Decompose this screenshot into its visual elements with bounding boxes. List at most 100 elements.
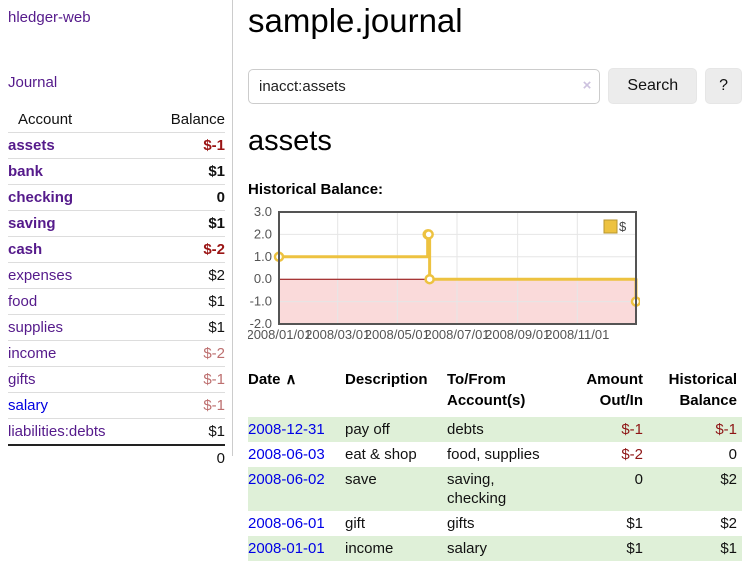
svg-text:1.0: 1.0 — [254, 249, 272, 264]
account-balance: $-2 — [147, 237, 225, 263]
account-balance: $1 — [147, 211, 225, 237]
transaction-accounts: saving, checking — [447, 467, 567, 511]
accounts-total-row: 0 — [8, 445, 225, 474]
svg-text:2008/01/01: 2008/01/01 — [248, 327, 312, 342]
account-link-supplies[interactable]: supplies — [8, 319, 63, 336]
register-row: 2008-06-03 eat & shop food, supplies $-2… — [248, 442, 742, 467]
account-row: supplies $1 — [8, 315, 225, 341]
svg-text:-1.0: -1.0 — [250, 294, 272, 309]
svg-text:0.0: 0.0 — [254, 271, 272, 286]
register-header-balance: Historical Balance — [647, 365, 742, 417]
account-link-expenses[interactable]: expenses — [8, 267, 72, 284]
svg-text:2008/03/01: 2008/03/01 — [305, 327, 370, 342]
account-row: bank $1 — [8, 159, 225, 185]
accounts-table: Account Balance assets $-1 bank $1 check… — [8, 109, 225, 474]
register-table: Date∧ Description To/From Account(s) Amo… — [248, 365, 742, 561]
main-content: sample.journal × Search ? assets Histori… — [248, 0, 742, 561]
accounts-total: 0 — [147, 445, 225, 474]
accounts-header-account: Account — [8, 109, 147, 133]
account-balance: $-1 — [147, 133, 225, 159]
account-link-food[interactable]: food — [8, 293, 37, 310]
sidebar-item-journal[interactable]: Journal — [8, 74, 57, 91]
help-button[interactable]: ? — [705, 68, 742, 104]
account-row: checking 0 — [8, 185, 225, 211]
brand-link[interactable]: hledger-web — [8, 9, 91, 26]
account-link-saving[interactable]: saving — [8, 215, 56, 232]
search-input[interactable] — [248, 69, 600, 104]
svg-text:2008/11/01: 2008/11/01 — [545, 327, 609, 342]
search-button[interactable]: Search — [608, 68, 697, 104]
transaction-date-link[interactable]: 2008-01-01 — [248, 540, 325, 557]
account-link-gifts[interactable]: gifts — [8, 371, 36, 388]
account-balance: $2 — [147, 263, 225, 289]
accounts-header-balance: Balance — [147, 109, 225, 133]
account-row: assets $-1 — [8, 133, 225, 159]
account-link-assets[interactable]: assets — [8, 137, 55, 154]
transaction-date-link[interactable]: 2008-06-03 — [248, 446, 325, 463]
register-row: 2008-06-01 gift gifts $1 $2 — [248, 511, 742, 536]
register-header-amount: Amount Out/In — [567, 365, 647, 417]
transaction-balance: 0 — [647, 442, 742, 467]
register-row: 2008-01-01 income salary $1 $1 — [248, 536, 742, 561]
account-balance: $-1 — [147, 393, 225, 419]
register-row: 2008-06-02 save saving, checking 0 $2 — [248, 467, 742, 511]
transaction-amount: $1 — [567, 536, 647, 561]
historical-balance-chart: $3.02.01.00.0-1.0-2.02008/01/012008/03/0… — [248, 206, 640, 351]
svg-text:3.0: 3.0 — [254, 206, 272, 219]
transaction-amount: 0 — [567, 467, 647, 511]
register-header-date[interactable]: Date∧ — [248, 365, 345, 417]
transaction-date-link[interactable]: 2008-12-31 — [248, 421, 325, 438]
register-header-description: Description — [345, 365, 447, 417]
transaction-amount: $-2 — [567, 442, 647, 467]
transaction-balance: $1 — [647, 536, 742, 561]
account-link-bank[interactable]: bank — [8, 163, 43, 180]
transaction-accounts: salary — [447, 536, 567, 561]
transaction-date-link[interactable]: 2008-06-02 — [248, 471, 325, 488]
transaction-description: save — [345, 467, 447, 511]
sidebar: hledger-web Journal Account Balance asse… — [0, 0, 233, 456]
clear-search-icon[interactable]: × — [583, 77, 592, 94]
account-link-income[interactable]: income — [8, 345, 56, 362]
account-row: saving $1 — [8, 211, 225, 237]
svg-text:2.0: 2.0 — [254, 226, 272, 241]
account-balance: $1 — [147, 289, 225, 315]
transaction-balance: $-1 — [647, 417, 742, 442]
account-balance: $1 — [147, 159, 225, 185]
account-balance: $-1 — [147, 367, 225, 393]
account-balance: 0 — [147, 185, 225, 211]
account-balance: $-2 — [147, 341, 225, 367]
account-row: expenses $2 — [8, 263, 225, 289]
transaction-description: income — [345, 536, 447, 561]
chart-title: Historical Balance: — [248, 181, 742, 198]
transaction-date-link[interactable]: 2008-06-01 — [248, 515, 325, 532]
transaction-balance: $2 — [647, 467, 742, 511]
svg-text:$: $ — [619, 219, 627, 234]
transaction-amount: $-1 — [567, 417, 647, 442]
page-title: sample.journal — [248, 2, 742, 40]
transaction-description: eat & shop — [345, 442, 447, 467]
account-balance: $1 — [147, 315, 225, 341]
account-row: income $-2 — [8, 341, 225, 367]
account-link-cash[interactable]: cash — [8, 241, 42, 258]
sort-ascending-icon: ∧ — [286, 371, 297, 388]
transaction-description: pay off — [345, 417, 447, 442]
register-header-tofrom: To/From Account(s) — [447, 365, 567, 417]
account-row: liabilities:debts $1 — [8, 419, 225, 446]
account-balance: $1 — [147, 419, 225, 446]
transaction-accounts: gifts — [447, 511, 567, 536]
account-row: cash $-2 — [8, 237, 225, 263]
transaction-accounts: food, supplies — [447, 442, 567, 467]
transaction-description: gift — [345, 511, 447, 536]
transaction-balance: $2 — [647, 511, 742, 536]
account-link-salary[interactable]: salary — [8, 397, 48, 414]
svg-text:2008/09/01: 2008/09/01 — [485, 327, 550, 342]
account-link-checking[interactable]: checking — [8, 189, 73, 206]
register-row: 2008-12-31 pay off debts $-1 $-1 — [248, 417, 742, 442]
search-bar: × Search ? — [248, 68, 742, 104]
account-link-liabilities-debts[interactable]: liabilities:debts — [8, 423, 106, 440]
account-heading: assets — [248, 125, 742, 158]
account-row: salary $-1 — [8, 393, 225, 419]
svg-text:2008/05/01: 2008/05/01 — [365, 327, 430, 342]
account-row: food $1 — [8, 289, 225, 315]
account-row: gifts $-1 — [8, 367, 225, 393]
